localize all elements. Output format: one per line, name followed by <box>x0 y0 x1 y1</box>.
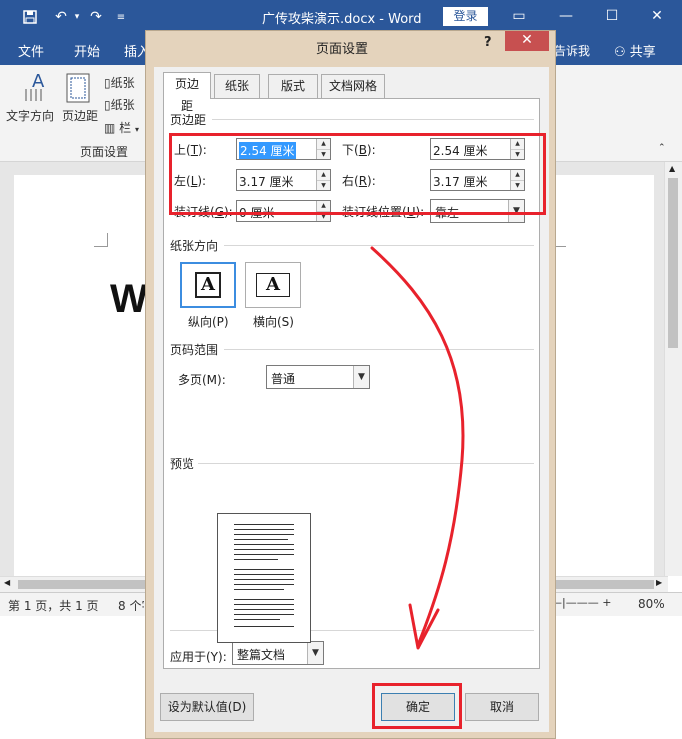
preview-page-thumbnail <box>217 513 311 643</box>
apply-to-label: 应用于(Y): <box>170 650 227 664</box>
tab-layout[interactable]: 版式 <box>268 74 318 98</box>
annotation-highlight-margins <box>169 133 546 215</box>
crop-mark <box>94 233 108 247</box>
undo-dropdown-icon[interactable]: ▾ <box>72 7 82 27</box>
landscape-icon: A <box>256 273 290 297</box>
text-direction-icon[interactable]: A <box>22 71 48 105</box>
landscape-label[interactable]: 横向(S) <box>253 313 294 330</box>
multiple-pages-select[interactable]: 普通 ▼ <box>266 365 370 389</box>
multiple-pages-label: 多页(M): <box>178 373 226 387</box>
margins-button[interactable]: 页边距 <box>62 107 98 124</box>
chevron-down-icon[interactable]: ▼ <box>307 642 323 664</box>
divider <box>198 463 534 464</box>
document-title: 广传攻柴演示.docx - Word <box>262 12 422 27</box>
page-icon: ▯ <box>104 98 111 112</box>
dialog-title: 页面设置 <box>316 42 369 57</box>
landscape-option[interactable]: A <box>245 262 301 308</box>
tab-file[interactable]: 文件 <box>18 41 44 60</box>
text-direction-button[interactable]: 文字方向 <box>6 107 54 124</box>
share-button[interactable]: ⚇ 共享 <box>614 41 656 60</box>
save-icon[interactable] <box>20 7 40 27</box>
person-icon: ⚇ <box>614 45 626 60</box>
tell-me[interactable]: 告诉我 <box>554 42 590 59</box>
multiple-pages-value: 普通 <box>271 372 296 386</box>
orientation-label: 纸张 <box>110 76 135 90</box>
columns-icon: ▥ <box>104 121 116 135</box>
minimize-icon[interactable]: — <box>555 6 577 26</box>
customize-quick-access-icon[interactable]: ≡ <box>114 7 128 27</box>
divider <box>224 245 534 246</box>
word-count[interactable]: 8 个字 <box>118 597 144 614</box>
scroll-right-icon[interactable]: ▶ <box>656 578 662 587</box>
vertical-scrollbar[interactable]: ▲ <box>664 162 682 576</box>
title-bar: ↶ ▾ ↷ ≡ 广传攻柴演示.docx - Word 登录 ▭ — ☐ ✕ <box>0 0 682 33</box>
zoom-slider-icon[interactable]: —|——— + <box>551 596 611 609</box>
page-setup-group-label: 页面设置 <box>80 145 129 159</box>
preview-section-heading: 预览 <box>170 457 195 471</box>
share-label: 共享 <box>629 45 656 60</box>
collapse-ribbon-icon[interactable]: ⌃ <box>658 143 666 153</box>
chevron-down-icon: ▾ <box>135 125 140 134</box>
divider <box>224 349 534 350</box>
portrait-label[interactable]: 纵向(P) <box>188 313 229 330</box>
orientation-section-heading: 纸张方向 <box>170 239 219 253</box>
orientation-button[interactable]: ▯纸张 <box>104 74 135 91</box>
divider <box>212 119 534 120</box>
login-button[interactable]: 登录 <box>443 7 488 26</box>
svg-text:A: A <box>32 71 45 92</box>
scroll-up-icon[interactable]: ▲ <box>669 164 675 173</box>
tab-doc-grid[interactable]: 文档网格 <box>321 74 385 98</box>
portrait-option[interactable]: A <box>180 262 236 308</box>
set-as-default-button[interactable]: 设为默认值(D) <box>160 693 254 721</box>
page-count[interactable]: 第 1 页，共 1 页 <box>8 597 99 614</box>
help-icon[interactable]: ? <box>484 35 492 50</box>
ribbon-display-icon[interactable]: ▭ <box>508 6 530 26</box>
size-label: 纸张 <box>110 98 135 112</box>
portrait-icon: A <box>195 272 221 298</box>
margins-icon[interactable] <box>66 73 90 103</box>
redo-icon[interactable]: ↷ <box>86 7 106 27</box>
tab-home[interactable]: 开始 <box>74 41 100 60</box>
pages-section-heading: 页码范围 <box>170 343 219 357</box>
page-icon: ▯ <box>104 76 111 90</box>
zoom-level[interactable]: 80% <box>638 597 665 611</box>
scroll-thumb[interactable] <box>668 178 678 348</box>
apply-to-value: 整篇文档 <box>237 648 286 662</box>
document-text: W <box>110 277 148 321</box>
scroll-left-icon[interactable]: ◀ <box>4 578 10 587</box>
chevron-down-icon[interactable]: ▼ <box>353 366 369 388</box>
close-icon[interactable]: ✕ <box>646 6 668 26</box>
tab-paper[interactable]: 纸张 <box>214 74 260 98</box>
size-button[interactable]: ▯纸张 <box>104 96 135 113</box>
tab-margins[interactable]: 页边距 <box>163 72 211 113</box>
maximize-icon[interactable]: ☐ <box>601 6 623 26</box>
columns-button[interactable]: ▥ 栏 ▾ <box>104 119 139 136</box>
undo-icon[interactable]: ↶ <box>50 7 72 27</box>
cancel-button[interactable]: 取消 <box>465 693 539 721</box>
dialog-close-icon[interactable]: ✕ <box>505 31 549 51</box>
columns-label: 栏 <box>119 121 132 135</box>
apply-to-select[interactable]: 整篇文档 ▼ <box>232 641 324 665</box>
annotation-highlight-ok <box>372 683 462 729</box>
